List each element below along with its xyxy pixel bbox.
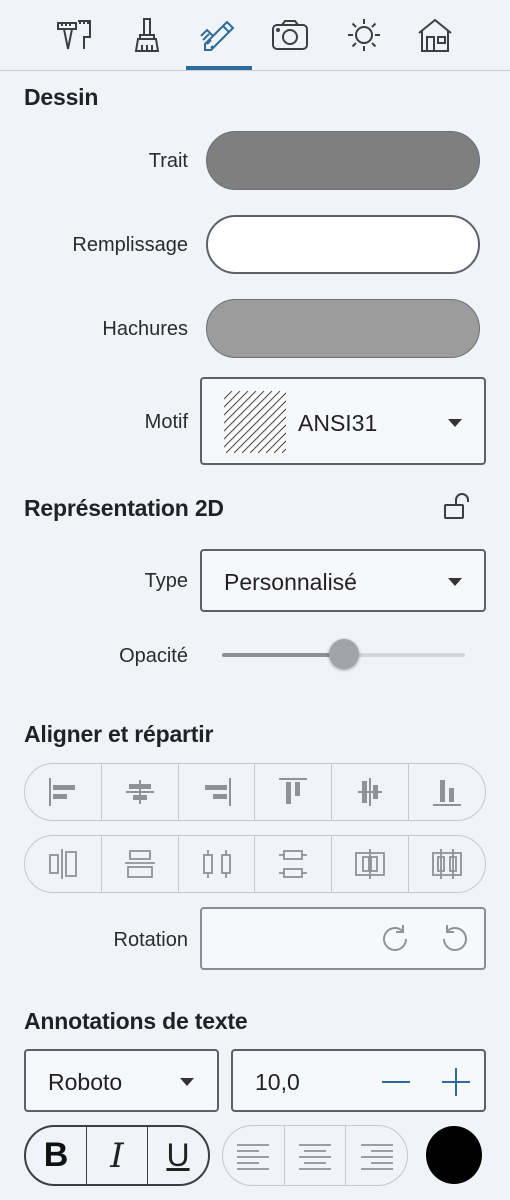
trait-label: Trait	[148, 150, 188, 172]
rotate-counterclockwise-icon[interactable]	[438, 922, 472, 956]
tab-lighting[interactable]	[332, 10, 396, 60]
tab-paint[interactable]	[116, 10, 180, 60]
bold-button[interactable]: B	[26, 1127, 87, 1184]
type-value: Personnalisé	[224, 569, 357, 595]
rotate-clockwise-icon[interactable]	[378, 922, 412, 956]
align-right-button[interactable]	[179, 764, 256, 820]
distribute-button-group	[24, 835, 486, 893]
align-left-button[interactable]	[25, 764, 102, 820]
section-title-representation: Représentation 2D	[24, 495, 224, 521]
align-bottom-icon	[433, 780, 462, 806]
distribute-grid-button[interactable]	[409, 836, 485, 892]
chevron-down-icon	[448, 578, 462, 586]
camera-icon	[272, 20, 308, 50]
tab-drawing[interactable]	[186, 10, 250, 60]
house-icon	[418, 18, 452, 52]
type-label: Type	[144, 570, 188, 592]
opacite-label: Opacité	[119, 645, 188, 667]
distribute-vertical-spacing-button[interactable]	[255, 836, 333, 892]
font-size-value: 10,0	[255, 1069, 300, 1095]
distribute-horizontal-spacing-button[interactable]	[179, 836, 256, 892]
section-title-aligner: Aligner et répartir	[24, 721, 214, 747]
distribute-horizontal-centers-button[interactable]	[25, 836, 102, 892]
motif-dropdown[interactable]: ANSI31	[200, 377, 486, 465]
tab-building[interactable]	[403, 10, 467, 60]
hachures-label: Hachures	[102, 318, 188, 340]
opacity-slider-thumb[interactable]	[329, 639, 359, 669]
font-family-dropdown[interactable]: Roboto	[24, 1049, 219, 1112]
distribute-horizontal-fit-icon	[355, 849, 386, 879]
italic-button[interactable]: I	[87, 1127, 148, 1184]
distribute-vertical-spacing-icon	[279, 850, 308, 878]
align-center-horizontal-icon	[125, 780, 154, 804]
align-top-icon	[279, 778, 308, 804]
type-dropdown[interactable]: Personnalisé	[200, 549, 486, 612]
opacity-slider-fill	[222, 653, 344, 657]
chevron-down-icon	[180, 1078, 194, 1086]
text-align-center-button[interactable]	[285, 1126, 347, 1185]
remplissage-color-swatch[interactable]	[206, 215, 480, 274]
section-title-dessin: Dessin	[24, 84, 99, 110]
pencil-ruler-icon	[200, 20, 235, 51]
text-style-group: B I U	[24, 1125, 210, 1186]
distribute-vertical-centers-button[interactable]	[102, 836, 179, 892]
hachures-color-swatch[interactable]	[206, 299, 480, 358]
remplissage-label: Remplissage	[72, 234, 188, 256]
distribute-vertical-centers-icon	[124, 850, 155, 878]
plus-icon[interactable]	[439, 1065, 473, 1099]
distribute-grid-icon	[432, 849, 462, 879]
minus-icon[interactable]	[379, 1065, 413, 1099]
align-left-icon	[48, 778, 75, 806]
distribute-horizontal-spacing-icon	[202, 850, 231, 878]
rotation-label: Rotation	[113, 929, 189, 951]
align-button-group	[24, 763, 486, 821]
text-align-left-button[interactable]	[223, 1126, 285, 1185]
sun-icon	[348, 19, 380, 51]
motif-value: ANSI31	[298, 410, 378, 436]
underline-button[interactable]: U	[148, 1127, 208, 1184]
text-align-center-icon	[299, 1143, 331, 1170]
text-align-right-button[interactable]	[346, 1126, 407, 1185]
rotation-field[interactable]	[200, 907, 486, 970]
motif-label: Motif	[144, 411, 188, 433]
tab-measure[interactable]	[42, 10, 106, 60]
tab-camera[interactable]	[258, 10, 322, 60]
font-family-value: Roboto	[48, 1069, 123, 1095]
chevron-down-icon	[448, 419, 462, 427]
tool-tab-bar	[0, 0, 510, 71]
measure-tools-icon	[57, 20, 91, 50]
align-center-horizontal-button[interactable]	[102, 764, 179, 820]
opacity-slider-track[interactable]	[222, 639, 465, 669]
distribute-horizontal-fit-button[interactable]	[332, 836, 410, 892]
font-size-stepper[interactable]: 10,0	[231, 1049, 486, 1112]
text-align-right-icon	[360, 1143, 393, 1170]
text-align-left-icon	[237, 1143, 270, 1170]
align-bottom-button[interactable]	[409, 764, 485, 820]
trait-color-swatch[interactable]	[206, 131, 480, 190]
hatch-pattern-preview	[224, 391, 286, 453]
align-top-button[interactable]	[255, 764, 333, 820]
text-color-swatch[interactable]	[426, 1126, 482, 1184]
distribute-horizontal-centers-icon	[49, 849, 77, 879]
align-middle-vertical-button[interactable]	[332, 764, 410, 820]
align-right-icon	[204, 778, 231, 806]
section-title-annotations: Annotations de texte	[24, 1008, 248, 1034]
paint-brush-icon	[134, 18, 160, 52]
align-middle-vertical-icon	[358, 778, 383, 806]
active-tab-indicator	[186, 66, 252, 70]
text-align-group	[222, 1125, 408, 1186]
unlock-icon[interactable]	[442, 492, 472, 522]
